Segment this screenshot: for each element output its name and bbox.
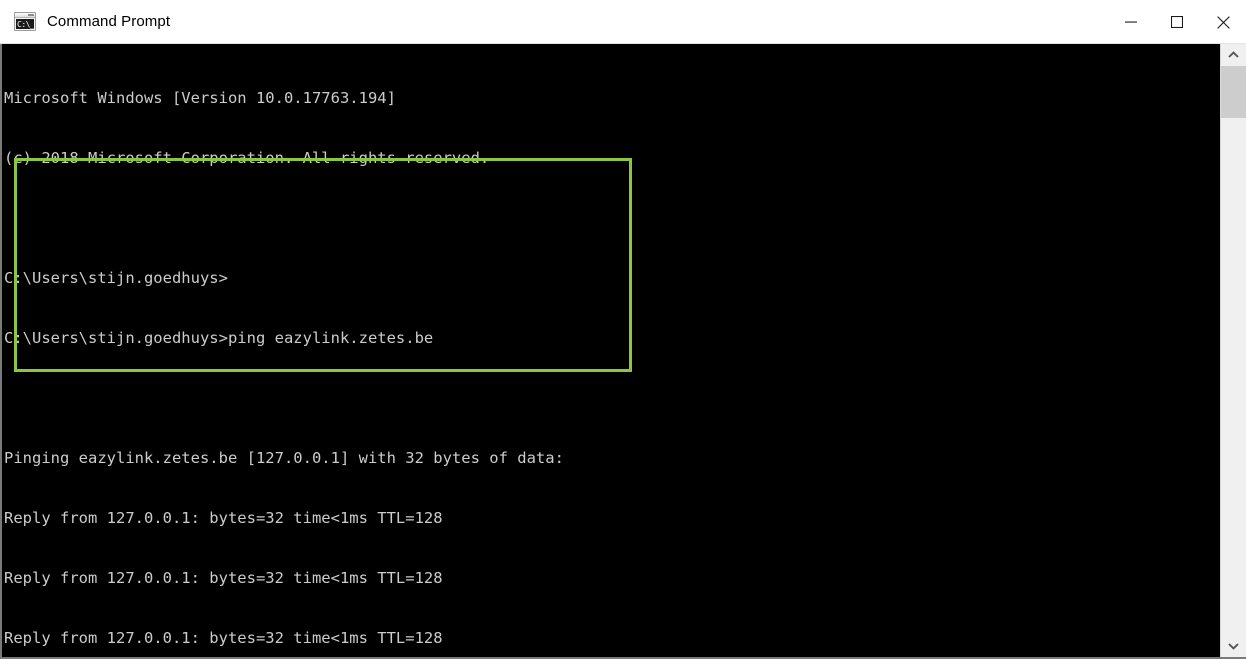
scrollbar-track[interactable] [1221,66,1246,635]
maximize-icon [1171,16,1183,28]
scrollbar-thumb[interactable] [1221,66,1246,118]
console-area: Microsoft Windows [Version 10.0.17763.19… [0,44,1246,659]
console-line: Pinging eazylink.zetes.be [127.0.0.1] wi… [4,449,564,467]
console-line: C:\Users\stijn.goedhuys> [4,269,228,287]
console-line: Microsoft Windows [Version 10.0.17763.19… [4,89,396,107]
title-bar[interactable]: C:\_ Command Prompt [0,0,1246,44]
chevron-down-icon [1228,643,1239,650]
console-line: Reply from 127.0.0.1: bytes=32 time<1ms … [4,569,443,587]
command-prompt-window: C:\_ Command Prompt Microsoft Windows [V… [0,0,1246,659]
minimize-button[interactable] [1108,0,1154,44]
scroll-down-button[interactable] [1221,635,1246,657]
vertical-scrollbar[interactable] [1220,44,1246,657]
icon-screen-text: C:\_ [16,19,34,29]
window-title: Command Prompt [47,13,171,30]
window-controls [1108,0,1246,44]
minimize-icon [1125,21,1137,23]
command-prompt-icon: C:\_ [14,12,36,31]
close-button[interactable] [1200,0,1246,44]
console-line: C:\Users\stijn.goedhuys>ping eazylink.ze… [4,329,434,347]
title-bar-left: C:\_ Command Prompt [0,0,170,43]
icon-titlebar-strip [15,13,35,18]
console-output[interactable]: Microsoft Windows [Version 10.0.17763.19… [2,44,1220,657]
scroll-up-button[interactable] [1221,44,1246,66]
console-line: Reply from 127.0.0.1: bytes=32 time<1ms … [4,509,443,527]
maximize-button[interactable] [1154,0,1200,44]
console-line: (c) 2018 Microsoft Corporation. All righ… [4,149,490,167]
console-line: Reply from 127.0.0.1: bytes=32 time<1ms … [4,629,443,647]
chevron-up-icon [1228,51,1239,58]
close-icon [1216,15,1230,29]
